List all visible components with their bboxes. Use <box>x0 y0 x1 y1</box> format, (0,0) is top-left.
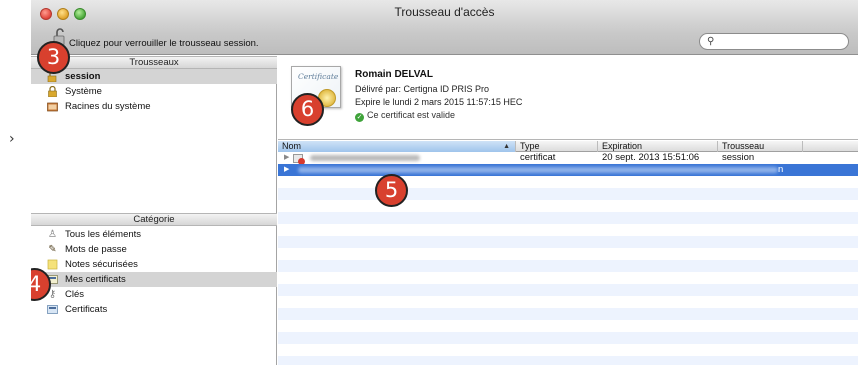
table-row-selected[interactable]: ▶ n <box>278 164 858 176</box>
sidebar-item-notes-securisees[interactable]: Notes sécurisées <box>31 257 277 272</box>
sidebar: Trousseaux session Système Racines du sy… <box>31 56 277 365</box>
folder-icon <box>47 101 58 112</box>
sidebar-item-certificats[interactable]: Certificats <box>31 302 277 317</box>
cell-expiration: 20 sept. 2013 15:51:06 <box>602 152 700 163</box>
search-field[interactable]: ⚲ <box>699 33 849 50</box>
window-title: Trousseau d'accès <box>394 5 495 19</box>
sidebar-item-label: Racines du système <box>65 101 151 112</box>
table-row[interactable]: ▶ certificat 20 sept. 2013 15:51:06 sess… <box>278 152 858 165</box>
sidebar-item-label: Certificats <box>65 304 108 315</box>
disclosure-triangle-icon[interactable]: ▶ <box>284 152 289 164</box>
certificate-list: ▶ certificat 20 sept. 2013 15:51:06 sess… <box>278 152 858 365</box>
annotation-badge-3: 3 <box>37 41 70 74</box>
annotation-badge-5: 5 <box>375 174 408 207</box>
column-header-trousseau[interactable]: Trousseau <box>718 141 803 152</box>
column-header-expiration[interactable]: Expiration <box>598 141 718 152</box>
certificate-summary: Certificate Romain DELVAL Délivré par: C… <box>278 56 858 140</box>
search-icon: ⚲ <box>707 36 715 47</box>
pencil-icon: ✎ <box>48 244 57 255</box>
certificate-issuer: Délivré par: Certigna ID PRIS Pro <box>355 84 490 94</box>
redacted-name <box>310 155 420 161</box>
sidebar-item-tous-les-elements[interactable]: ♙ Tous les éléments <box>31 227 277 242</box>
people-icon: ♙ <box>48 229 57 240</box>
disclosure-triangle-icon[interactable]: ▶ <box>284 164 289 176</box>
annotation-badge-6: 6 <box>291 93 324 126</box>
sidebar-item-label: Système <box>65 86 102 97</box>
note-icon <box>47 259 58 270</box>
page-nav-chevron[interactable]: › <box>9 131 15 147</box>
certificate-thumbnail-text: Certificate <box>298 72 339 81</box>
invalid-certificate-icon <box>293 154 305 165</box>
category-header: Catégorie <box>31 213 277 226</box>
cell-type: certificat <box>520 152 556 163</box>
certificate-status: ✓ Ce certificat est valide <box>355 110 455 122</box>
sidebar-item-session[interactable]: session <box>31 69 277 84</box>
sidebar-item-label: session <box>65 71 101 82</box>
main-content: Certificate Romain DELVAL Délivré par: C… <box>278 56 858 365</box>
column-header-nom[interactable]: Nom ▲ <box>278 141 516 152</box>
sidebar-item-mots-de-passe[interactable]: ✎ Mots de passe <box>31 242 277 257</box>
sidebar-item-label: Clés <box>65 289 85 300</box>
sidebar-item-systeme[interactable]: Système <box>31 84 277 99</box>
column-header-type[interactable]: Type <box>516 141 598 152</box>
sidebar-item-racines-du-systeme[interactable]: Racines du système <box>31 99 277 114</box>
certificate-name: Romain DELVAL <box>355 69 433 80</box>
certificate-icon <box>47 304 58 315</box>
column-header-label: Expiration <box>602 141 643 151</box>
certificate-status-text: Ce certificat est valide <box>367 110 456 120</box>
padlock-icon <box>47 85 58 98</box>
cell-keychain: n <box>778 164 784 175</box>
sort-ascending-icon: ▲ <box>503 143 510 150</box>
sidebar-item-label: Tous les éléments <box>65 229 142 240</box>
table-header: Nom ▲ Type Expiration Trousseau <box>278 141 858 152</box>
sidebar-item-label: Mes certificats <box>65 274 126 285</box>
title-bar: Trousseau d'accès Cliquez pour verrouill… <box>31 0 858 55</box>
checkmark-icon: ✓ <box>355 113 364 122</box>
column-header-label: Type <box>520 141 540 151</box>
keychain-access-window: Trousseau d'accès Cliquez pour verrouill… <box>31 0 858 365</box>
certificate-expiry: Expire le lundi 2 mars 2015 11:57:15 HEC <box>355 97 523 107</box>
redacted-row-content <box>298 167 778 173</box>
column-header-label: Nom <box>282 141 302 151</box>
lock-keychain-label[interactable]: Cliquez pour verrouiller le trousseau se… <box>69 38 259 49</box>
sidebar-item-mes-certificats[interactable]: Mes certificats <box>31 272 277 287</box>
sidebar-item-label: Mots de passe <box>65 244 127 255</box>
sidebar-item-cles[interactable]: ⚷ Clés <box>31 287 277 302</box>
column-header-label: Trousseau <box>722 141 765 151</box>
sidebar-item-label: Notes sécurisées <box>65 259 138 270</box>
cell-keychain: session <box>722 152 755 163</box>
